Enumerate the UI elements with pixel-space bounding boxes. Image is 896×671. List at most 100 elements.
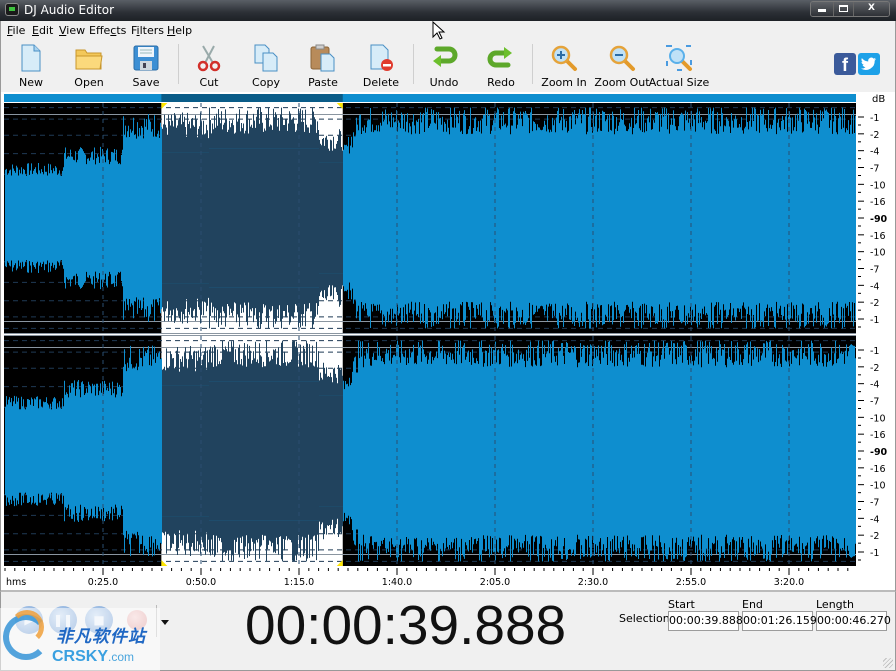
db-tick-label: -2 xyxy=(870,130,879,141)
menu-edit[interactable]: Edit xyxy=(32,24,53,37)
watermark-chinese-text: 非凡软件站 xyxy=(56,627,146,647)
zoom-out-icon xyxy=(609,45,635,71)
timeline-label: 1:15.0 xyxy=(284,577,314,588)
menu-filters-rest: lters xyxy=(139,24,164,37)
copy-button[interactable]: Copy xyxy=(238,42,294,90)
close-button[interactable]: X xyxy=(853,2,889,16)
selection-start-field[interactable]: 00:00:39.888 xyxy=(668,611,743,631)
actual-size-icon xyxy=(666,45,692,71)
resize-grip[interactable] xyxy=(883,658,893,668)
twitter-button[interactable] xyxy=(858,53,880,75)
db-tick-label: -10 xyxy=(870,481,886,492)
channel-1-waveform-core xyxy=(5,148,856,288)
db-tick-label: -1 xyxy=(870,548,879,559)
redo-label: Redo xyxy=(487,76,515,89)
menu-view[interactable]: View xyxy=(59,24,85,37)
watermark-domain: .com xyxy=(108,650,135,664)
overview-bar xyxy=(4,94,856,102)
facebook-button[interactable]: f xyxy=(834,53,856,75)
menu-help-rest: elp xyxy=(175,24,193,37)
channel-2-waveform-core-selected xyxy=(162,381,343,521)
new-file-icon xyxy=(21,44,41,72)
db-tick-label: -1 xyxy=(870,346,879,357)
new-button[interactable]: New xyxy=(3,42,59,90)
timeline-label: 0:25.0 xyxy=(88,577,118,588)
timeline-label: 3:20.0 xyxy=(774,577,804,588)
db-tick-label: -7 xyxy=(870,498,879,509)
undo-button[interactable]: Undo xyxy=(416,42,472,90)
selection-end-field[interactable]: 00:01:26.159 xyxy=(742,611,817,631)
db-tick-label: -16 xyxy=(870,231,886,242)
menu-help[interactable]: Help xyxy=(167,24,192,37)
db-tick-label: -2 xyxy=(870,298,879,309)
db-tick-label: -4 xyxy=(870,281,879,292)
menu-effects-rest: ts xyxy=(116,24,127,37)
db-tick-label: -4 xyxy=(870,514,879,525)
db-tick-label: -7 xyxy=(870,164,879,175)
record-options-dropdown-icon[interactable] xyxy=(161,620,169,625)
paste-button[interactable]: Paste xyxy=(295,42,351,90)
waveform-editor[interactable]: dB -1 -2 -4 -7 -10 -16 -90 -16 -10 -7 -4 -2 -1 -1 -2 -4 -… xyxy=(0,92,896,591)
db-tick-label: -90 xyxy=(870,447,888,458)
zoom-in-button[interactable]: Zoom In xyxy=(536,42,592,90)
delete-button[interactable]: Delete xyxy=(353,42,409,90)
timeline-unit-label: hms xyxy=(6,577,26,588)
delete-label: Delete xyxy=(362,76,400,89)
channel-1-waveform-core-selected xyxy=(162,148,343,288)
db-tick-label: -1 xyxy=(870,315,879,326)
timeline-label: 2:55.0 xyxy=(676,577,706,588)
db-tick-label: -10 xyxy=(870,413,886,424)
scissors-icon xyxy=(197,45,221,72)
minimize-icon xyxy=(818,9,826,12)
db-tick-label: -2 xyxy=(870,363,879,374)
db-tick-label: -1 xyxy=(870,113,879,124)
overview-selection xyxy=(161,94,343,102)
window-title: DJ Audio Editor xyxy=(24,3,115,17)
menu-edit-rest: dit xyxy=(38,24,54,37)
app-icon xyxy=(5,3,19,16)
minimize-button[interactable] xyxy=(811,2,833,16)
waveform-canvas[interactable]: dB -1 -2 -4 -7 -10 -16 -90 -16 -10 -7 -4 -2 -1 -1 -2 -4 -… xyxy=(1,92,895,591)
zoom-out-button[interactable]: Zoom Out xyxy=(594,42,650,90)
twitter-icon xyxy=(861,57,876,70)
maximize-button[interactable] xyxy=(833,2,853,16)
db-tick-label: -4 xyxy=(870,380,879,391)
db-tick-label: -7 xyxy=(870,265,879,276)
db-tick-label: -16 xyxy=(870,430,886,441)
facebook-icon: f xyxy=(842,55,848,75)
timeline-label: 1:40.0 xyxy=(382,577,412,588)
menu-edit-mnemonic: E xyxy=(32,24,39,37)
db-tick-label: -2 xyxy=(870,531,879,542)
db-tick-label: -10 xyxy=(870,248,886,259)
zoom-in-icon xyxy=(551,45,577,71)
db-tick-label: -16 xyxy=(870,464,886,475)
mouse-cursor-icon xyxy=(432,21,446,40)
close-icon: X xyxy=(868,3,875,13)
watermark-logo-swoosh xyxy=(10,610,44,644)
selection-length-label: Length xyxy=(816,598,854,611)
db-tick-label: -4 xyxy=(870,147,879,158)
redo-button[interactable]: Redo xyxy=(473,42,529,90)
watermark-brand-name: CRSKY xyxy=(52,648,109,665)
open-button[interactable]: Open xyxy=(61,42,117,90)
undo-icon xyxy=(433,46,458,67)
actual-size-button[interactable]: Actual Size xyxy=(649,42,709,90)
timeline-ruler xyxy=(4,566,856,591)
window-controls: X xyxy=(810,1,890,17)
maximize-icon xyxy=(839,5,848,12)
db-tick-label: -10 xyxy=(870,180,886,191)
delete-file-icon xyxy=(370,44,393,71)
selection-length-field[interactable]: 00:00:46.270 xyxy=(816,611,891,631)
menu-filters[interactable]: Filters xyxy=(131,24,164,37)
save-button[interactable]: Save xyxy=(118,42,174,90)
menu-file-rest: ile xyxy=(12,24,26,37)
menu-effects[interactable]: Effects xyxy=(89,24,126,37)
floppy-disk-icon xyxy=(133,45,159,71)
menu-file[interactable]: File xyxy=(7,24,25,37)
title-bar: DJ Audio Editor X xyxy=(0,0,896,21)
timeline-label: 2:05.0 xyxy=(480,577,510,588)
cut-button[interactable]: Cut xyxy=(181,42,237,90)
menu-view-rest: iew xyxy=(66,24,86,37)
timeline-label: 2:30.0 xyxy=(578,577,608,588)
timeline-label: 0:50.0 xyxy=(186,577,216,588)
